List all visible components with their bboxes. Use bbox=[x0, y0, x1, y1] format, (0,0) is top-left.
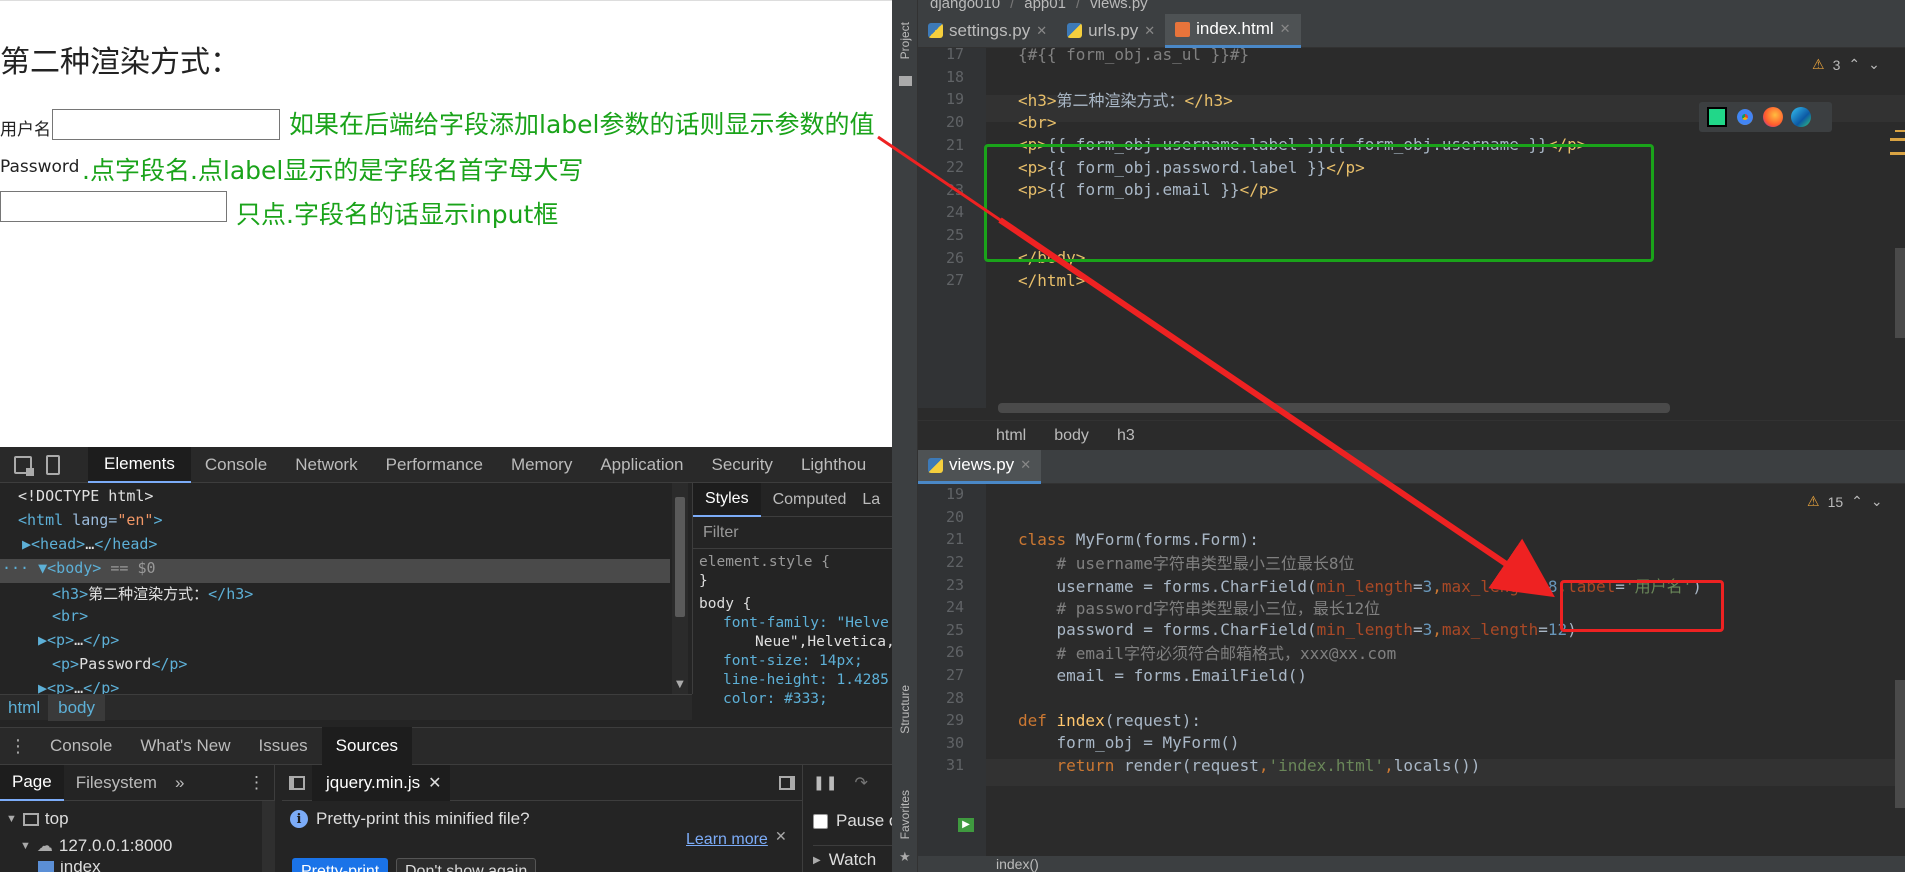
arrow-line-2 bbox=[998, 217, 1555, 598]
annotation-arrow bbox=[877, 135, 1555, 598]
